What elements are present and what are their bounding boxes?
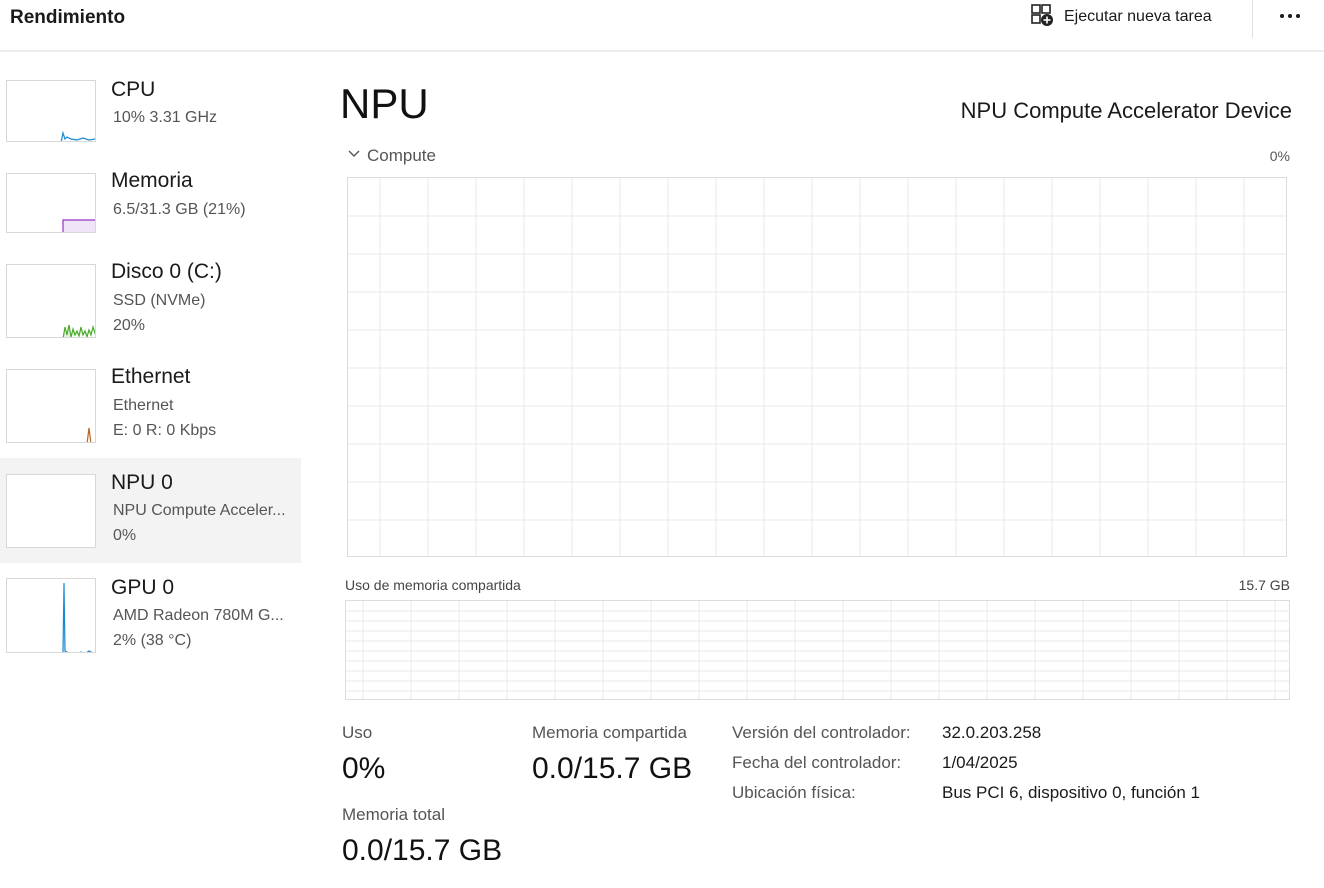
sidebar-item-detail: Ethernet (113, 397, 174, 414)
shared-memory-grid (346, 601, 1289, 699)
disk-thumbnail-graph (6, 264, 96, 338)
physical-location-label: Ubicación física: (732, 783, 856, 802)
memory-thumbnail-graph (6, 173, 96, 233)
compute-label: Compute (367, 146, 436, 165)
device-name: NPU Compute Accelerator Device (960, 98, 1292, 123)
driver-version-label: Versión del controlador: (732, 723, 911, 742)
ethernet-thumbnail-graph (6, 369, 96, 443)
page-title: Rendimiento (10, 7, 126, 28)
more-options-button[interactable] (1272, 2, 1308, 30)
sidebar-item-disk[interactable]: Disco 0 (C:) SSD (NVMe) 20% (0, 254, 301, 358)
driver-date-label: Fecha del controlador: (732, 753, 902, 772)
sidebar-item-label: Memoria (111, 169, 193, 192)
sidebar-item-detail: SSD (NVMe) (113, 292, 206, 309)
sidebar-item-detail: NPU Compute Acceler... (113, 502, 286, 519)
sidebar-item-npu[interactable]: NPU 0 NPU Compute Acceler... 0% (0, 458, 301, 563)
compute-max-value: 0% (1269, 148, 1290, 164)
npu-thumbnail-graph (6, 474, 96, 548)
sidebar-item-label: GPU 0 (111, 576, 175, 599)
shared-memory-label: Memoria compartida (532, 723, 687, 742)
sidebar-item-ethernet[interactable]: Ethernet Ethernet E: 0 R: 0 Kbps (0, 359, 301, 459)
device-type-title: NPU (340, 80, 429, 127)
shared-memory-graph (345, 600, 1290, 700)
new-task-icon (1030, 3, 1054, 32)
sidebar-item-label: Disco 0 (C:) (111, 260, 222, 283)
sidebar-item-label: CPU (111, 78, 156, 101)
sidebar-item-detail: 6.5/31.3 GB (21%) (113, 201, 246, 218)
shared-memory-max-value: 15.7 GB (1238, 577, 1290, 593)
sidebar-item-usage: 20% (113, 317, 146, 334)
shared-memory-value: 0.0/15.7 GB (532, 752, 693, 785)
physical-location-value: Bus PCI 6, dispositivo 0, función 1 (942, 783, 1200, 802)
gpu-thumbnail-graph (6, 578, 96, 653)
compute-engine-selector[interactable]: Compute (347, 146, 436, 166)
chevron-down-icon (347, 147, 361, 166)
usage-value: 0% (342, 752, 386, 785)
driver-version-value: 32.0.203.258 (942, 723, 1042, 742)
cpu-thumbnail-graph (6, 80, 96, 142)
sidebar-item-throughput: E: 0 R: 0 Kbps (113, 422, 217, 439)
total-memory-value: 0.0/15.7 GB (342, 834, 503, 867)
sidebar-item-cpu[interactable]: CPU 10% 3.31 GHz (0, 72, 301, 158)
sidebar-item-label: Ethernet (111, 365, 191, 388)
sidebar-item-usage: 0% (113, 527, 137, 544)
more-icon (1280, 14, 1284, 18)
compute-usage-graph (347, 177, 1287, 557)
driver-date-value: 1/04/2025 (942, 753, 1018, 772)
sidebar-item-memory[interactable]: Memoria 6.5/31.3 GB (21%) (0, 163, 301, 249)
sidebar-item-gpu[interactable]: GPU 0 AMD Radeon 780M G... 2% (38 °C) (0, 564, 301, 668)
header-divider (1252, 0, 1253, 38)
run-new-task-label: Ejecutar nueva tarea (1064, 8, 1212, 25)
title-bar: Rendimiento Ejecutar nueva tarea (0, 0, 1324, 52)
total-memory-label: Memoria total (342, 805, 445, 824)
shared-memory-graph-label: Uso de memoria compartida (345, 577, 521, 593)
usage-label: Uso (342, 723, 373, 742)
compute-grid (348, 178, 1286, 556)
run-new-task-button[interactable]: Ejecutar nueva tarea (1030, 3, 1212, 32)
sidebar-item-detail: 10% 3.31 GHz (113, 109, 218, 126)
sidebar-item-detail: AMD Radeon 780M G... (113, 607, 284, 624)
sidebar-item-label: NPU 0 (111, 471, 173, 494)
sidebar-item-usage: 2% (38 °C) (113, 632, 192, 649)
